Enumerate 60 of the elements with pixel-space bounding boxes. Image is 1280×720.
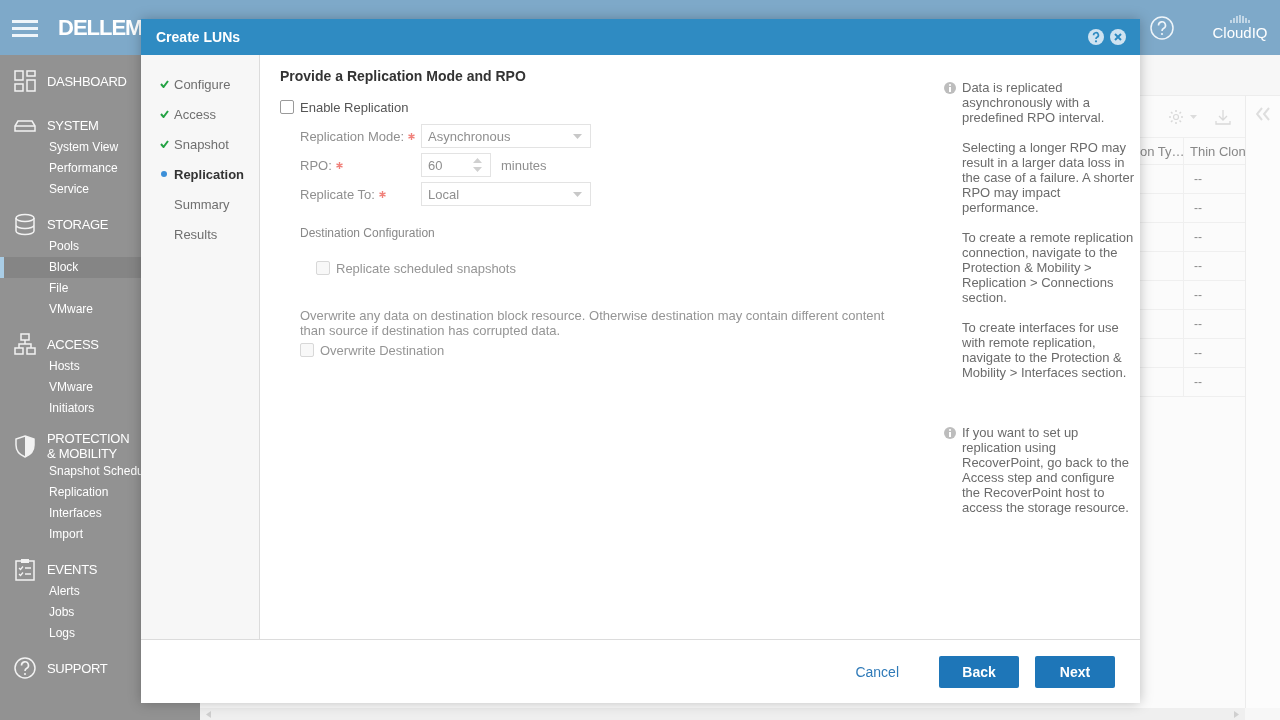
menu-icon[interactable] (12, 18, 38, 37)
dashboard-icon (14, 69, 36, 93)
info-icon (944, 82, 956, 94)
clipboard-icon (14, 557, 36, 581)
section-label: Destination Configuration (300, 226, 436, 240)
check-icon (160, 140, 169, 148)
description-text: Overwrite any data on destination block resource. Otherwise destination may contain different content than source if destination has corrupted data. (300, 308, 886, 338)
help-icon (14, 656, 36, 680)
sidebar-section[interactable]: STORAGE (47, 216, 139, 232)
field-label: Replication Mode: (300, 124, 421, 148)
check-icon (160, 80, 169, 88)
horizontal-scrollbar[interactable] (200, 708, 1245, 720)
sidebar-section[interactable]: PROTECTION & MOBILITY (47, 431, 139, 461)
column-header[interactable]: on Ty… (1140, 138, 1183, 164)
info-text: Selecting a longer RPO may result in a larger data loss in the case of a failure. A shorter RPO may impact performance. (962, 140, 1134, 215)
wizard-step[interactable]: Results (141, 219, 259, 249)
dialog-button[interactable]: Next (1035, 655, 1115, 688)
field-label: RPO: (300, 153, 421, 177)
caret-icon[interactable] (1190, 114, 1197, 119)
sidebar-section[interactable]: SUPPORT (47, 660, 139, 676)
sidebar-section[interactable]: EVENTS (47, 561, 139, 577)
checkbox-label: Enable Replication (300, 99, 409, 115)
info-icon (944, 427, 956, 439)
help-icon[interactable] (1088, 29, 1104, 45)
logo: DELLEM (58, 14, 143, 41)
sidebar-section[interactable]: ACCESS (47, 336, 139, 352)
wizard-step[interactable]: Snapshot (141, 129, 259, 159)
wizard-step[interactable]: Access (141, 99, 259, 129)
field-label: Replicate To: (300, 182, 421, 206)
wizard-step[interactable]: Configure (141, 69, 259, 99)
caret-icon (573, 133, 582, 139)
database-icon (14, 212, 36, 236)
close-icon[interactable] (1110, 29, 1126, 45)
dialog-button[interactable]: Back (939, 655, 1019, 688)
info-text: To create interfaces for use with remote replication, navigate to the Protection & Mobility > Interfaces section. (962, 320, 1128, 380)
download-icon[interactable] (1215, 108, 1231, 125)
sidebar-section[interactable]: DASHBOARD (47, 73, 139, 89)
cloudiq-link[interactable]: CloudIQ (1200, 14, 1280, 41)
wizard-step[interactable]: Summary (141, 189, 259, 219)
collapse-icon[interactable] (1256, 107, 1270, 121)
checkbox-label: Replicate scheduled snapshots (336, 260, 516, 276)
sidebar-section[interactable]: SYSTEM (47, 117, 139, 133)
left-arrow-icon[interactable] (206, 710, 211, 718)
info-text: If you want to set up replication using RecoverPoint, go back to the Access step and configure the RecoverPoint host to access the storage resource. (962, 425, 1130, 515)
dot-icon (161, 171, 167, 177)
checkbox-label: Overwrite Destination (320, 342, 445, 358)
checkbox[interactable] (280, 100, 294, 114)
caret-icon (573, 191, 582, 197)
section-heading: Provide a Replication Mode and RPO (280, 67, 527, 85)
unit-label: minutes (501, 157, 547, 173)
info-text: Data is replicated asynchronously with a predefined RPO interval. (962, 80, 1106, 125)
check-icon (160, 110, 169, 118)
shield-icon (14, 434, 36, 458)
right-arrow-icon[interactable] (1234, 710, 1239, 718)
dialog-title: Create LUNs (156, 29, 242, 45)
wizard-step[interactable]: Replication (141, 159, 259, 189)
network-icon (14, 332, 36, 356)
help-icon[interactable] (1150, 15, 1174, 40)
cancel-link[interactable]: Cancel (845, 655, 909, 688)
info-text: To create a remote replication connection, navigate to the Protection & Mobility > Replication > Connections section. (962, 230, 1134, 305)
